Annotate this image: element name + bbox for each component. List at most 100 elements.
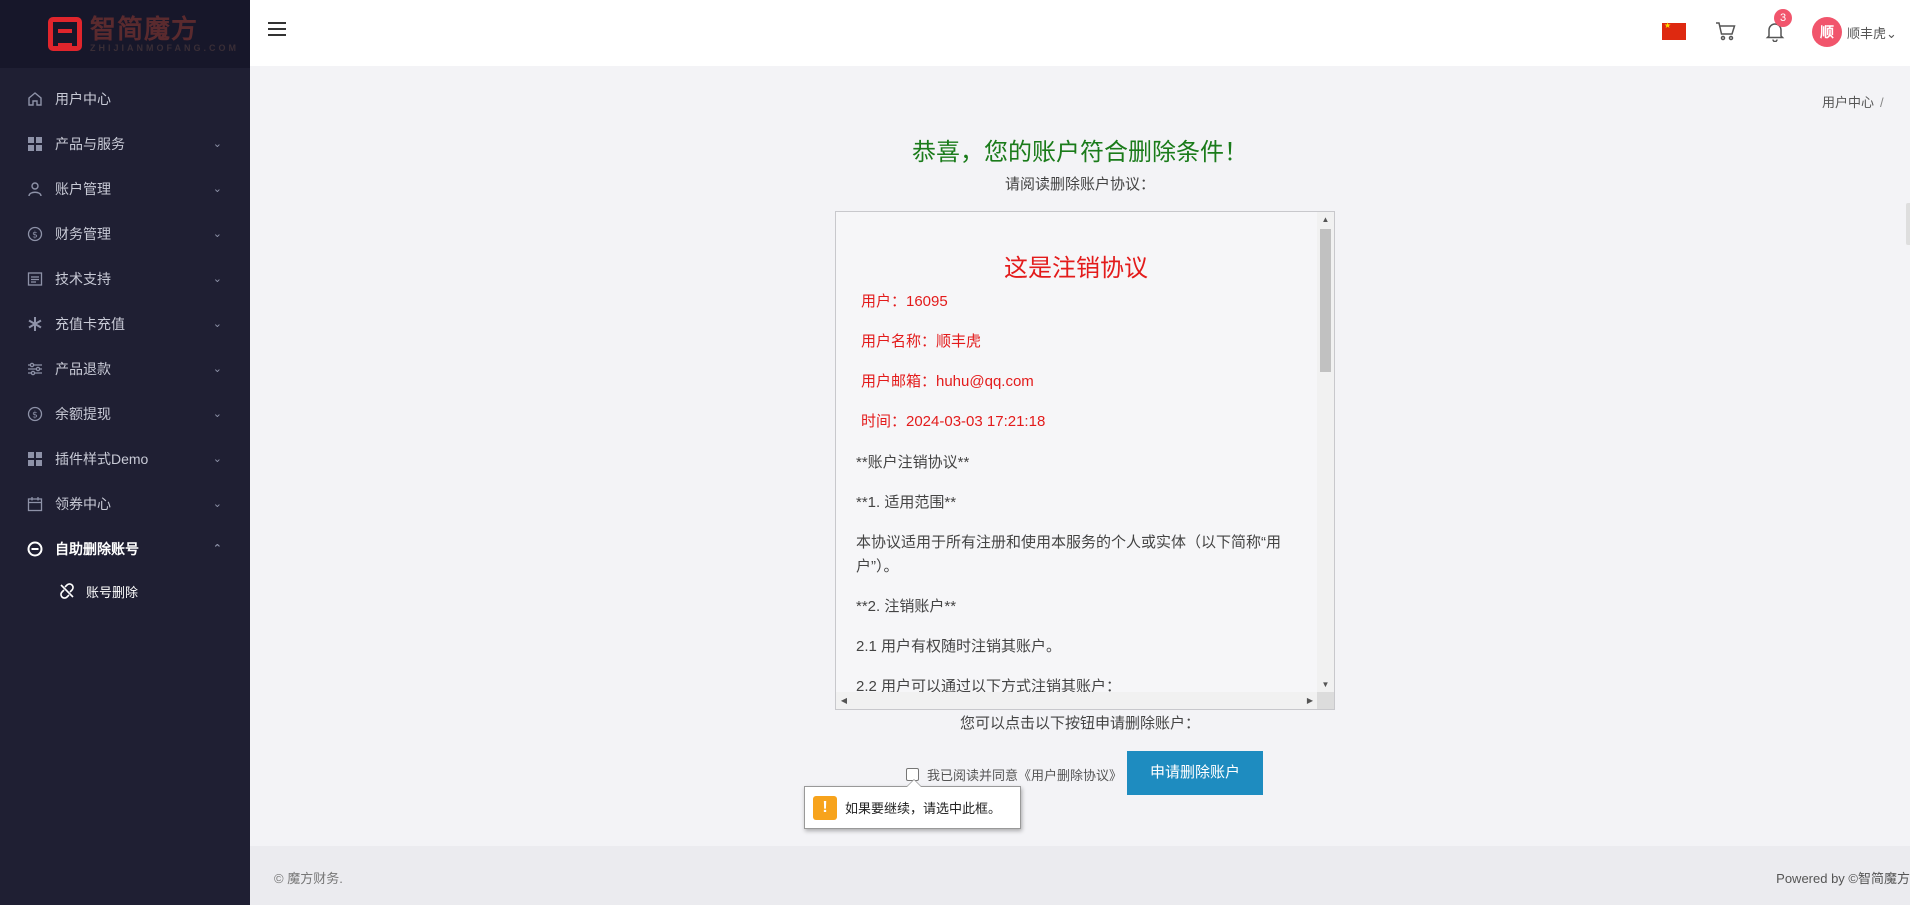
dollar-icon: $ bbox=[26, 405, 44, 423]
grid-icon bbox=[26, 135, 44, 153]
page-title: 恭喜，您的账户符合删除条件！ bbox=[912, 139, 1248, 166]
sidebar-item-withdraw[interactable]: $ 余额提现 ⌄ bbox=[0, 391, 250, 436]
footer-copyright: © 魔方财务. bbox=[274, 871, 343, 886]
menu-toggle-icon[interactable] bbox=[268, 18, 286, 38]
chevron-up-icon: ⌃ bbox=[212, 543, 222, 555]
scrollbar-corner bbox=[1317, 692, 1334, 709]
chevron-down-icon: ⌄ bbox=[212, 453, 222, 465]
logo-name: 智简魔方 bbox=[90, 13, 199, 44]
sliders-icon bbox=[26, 360, 44, 378]
grid-icon bbox=[26, 450, 44, 468]
breadcrumb-item[interactable]: 用户中心 bbox=[1822, 95, 1874, 110]
asterisk-icon bbox=[26, 315, 44, 333]
sidebar-item-label: 财务管理 bbox=[55, 225, 111, 242]
sidebar-item-label: 充值卡充值 bbox=[55, 315, 125, 332]
sidebar-item-coupon-center[interactable]: 领券中心 ⌄ bbox=[0, 481, 250, 526]
agreement-username: 用户名称：顺丰虎 bbox=[861, 333, 982, 350]
sidebar-item-refund[interactable]: 产品退款 ⌄ bbox=[0, 346, 250, 391]
agreement-paragraph: **1. 适用范围** bbox=[856, 494, 957, 511]
agreement-user-id: 用户：16095 bbox=[861, 293, 948, 310]
apply-hint: 您可以点击以下按钮申请删除账户： bbox=[959, 715, 1200, 732]
sidebar-subitem-label: 账号删除 bbox=[86, 584, 139, 600]
notification-badge: 3 bbox=[1774, 9, 1792, 27]
agreement-content: 这是注销协议 用户：16095 用户名称：顺丰虎 用户邮箱：huhu@qq.co… bbox=[836, 212, 1318, 693]
settings-edge-tab[interactable] bbox=[1906, 203, 1910, 245]
chevron-down-icon: ⌄ bbox=[212, 183, 222, 195]
page-subtitle: 请阅读删除账户协议： bbox=[1004, 176, 1155, 193]
agreement-paragraph: 2.1 用户有权随时注销其账户。 bbox=[856, 638, 1062, 655]
sidebar-item-finance[interactable]: $ 财务管理 ⌄ bbox=[0, 211, 250, 256]
breadcrumb-separator: / bbox=[1880, 95, 1884, 110]
sidebar-item-support[interactable]: 技术支持 ⌄ bbox=[0, 256, 250, 301]
chevron-down-icon: ⌄ bbox=[212, 408, 222, 420]
avatar[interactable]: 顺 bbox=[1812, 17, 1842, 47]
home-icon bbox=[26, 90, 44, 108]
sidebar-item-label: 账户管理 bbox=[55, 180, 111, 197]
scroll-right-icon[interactable]: ▶ bbox=[1302, 692, 1318, 709]
sidebar-item-products[interactable]: 产品与服务 ⌄ bbox=[0, 121, 250, 166]
sidebar-item-label: 领券中心 bbox=[55, 495, 111, 512]
chevron-down-icon: ⌄ bbox=[1886, 26, 1897, 41]
agreement-title: 这是注销协议 bbox=[1004, 255, 1148, 282]
topbar: 3 顺 顺丰虎⌄ bbox=[250, 0, 1910, 66]
username: 顺丰虎 bbox=[1847, 26, 1887, 41]
agreement-box[interactable]: 这是注销协议 用户：16095 用户名称：顺丰虎 用户邮箱：huhu@qq.co… bbox=[835, 211, 1335, 710]
ticket-icon bbox=[26, 270, 44, 288]
breadcrumb: 用户中心 / bbox=[1822, 92, 1884, 111]
sidebar-item-label: 技术支持 bbox=[55, 270, 111, 287]
logo-mark-icon bbox=[48, 17, 82, 51]
logo[interactable]: 智简魔方 ZHIJIANMOFANG.COM bbox=[0, 0, 250, 68]
user-icon bbox=[26, 180, 44, 198]
sidebar-item-label: 产品退款 bbox=[55, 360, 111, 377]
sidebar-item-label: 用户中心 bbox=[55, 90, 111, 107]
sidebar-item-user-center[interactable]: 用户中心 bbox=[0, 76, 250, 121]
chevron-down-icon: ⌄ bbox=[212, 228, 222, 240]
logo-sub: ZHIJIANMOFANG.COM bbox=[90, 42, 239, 53]
username-dropdown[interactable]: 顺丰虎⌄ bbox=[1847, 23, 1897, 42]
tooltip-text: 如果要继续，请选中此框。 bbox=[845, 801, 1002, 816]
sidebar-item-label: 产品与服务 bbox=[55, 135, 125, 152]
warning-icon: ! bbox=[813, 795, 837, 820]
scroll-down-icon[interactable]: ▼ bbox=[1317, 677, 1334, 693]
scroll-up-icon[interactable]: ▲ bbox=[1317, 212, 1334, 228]
agreement-paragraph: 2.2 用户可以通过以下方式注销其账户： bbox=[856, 678, 1122, 693]
sidebar-item-account[interactable]: 账户管理 ⌄ bbox=[0, 166, 250, 211]
sidebar-item-label: 余额提现 bbox=[55, 405, 111, 422]
sidebar-item-label: 插件样式Demo bbox=[55, 450, 149, 467]
agree-row: 我已阅读并同意《用户删除协议》 bbox=[906, 765, 1122, 784]
svg-text:$: $ bbox=[32, 410, 38, 420]
scrollbar-thumb[interactable] bbox=[1320, 229, 1331, 372]
chevron-down-icon: ⌄ bbox=[212, 138, 222, 150]
footer-powered-by[interactable]: Powered by ©智简魔方 bbox=[1776, 868, 1910, 887]
china-flag-icon[interactable] bbox=[1662, 21, 1686, 40]
footer: © 魔方财务. Powered by ©智简魔方 bbox=[250, 846, 1910, 905]
agree-label[interactable]: 我已阅读并同意《用户删除协议》 bbox=[927, 765, 1122, 784]
agreement-paragraph: **2. 注销账户** bbox=[856, 598, 957, 615]
vertical-scrollbar[interactable]: ▲ ▼ bbox=[1317, 212, 1334, 693]
validation-tooltip: ! 如果要继续，请选中此框。 bbox=[804, 779, 1021, 829]
sidebar-subitem-account-delete[interactable]: 账号删除 bbox=[0, 571, 250, 611]
sidebar-item-self-delete-account[interactable]: 自助删除账号 ⌃ bbox=[0, 526, 250, 571]
sidebar-item-recharge-card[interactable]: 充值卡充值 ⌄ bbox=[0, 301, 250, 346]
horizontal-scrollbar[interactable]: ◀ ▶ bbox=[836, 692, 1318, 709]
agreement-email: 用户邮箱：huhu@qq.com bbox=[861, 373, 1034, 390]
sidebar-item-plugin-demo[interactable]: 插件样式Demo ⌄ bbox=[0, 436, 250, 481]
agreement-paragraph: 本协议适用于所有注册和使用本服务的个人或实体（以下简称“用户”）。 bbox=[856, 534, 1281, 575]
agreement-paragraph: **账户注销协议** bbox=[856, 454, 970, 471]
sidebar-menu: 用户中心 产品与服务 ⌄ 账户管理 ⌄ $ 财务管理 ⌄ 技术支持 ⌄ 充值卡充… bbox=[0, 68, 250, 611]
apply-delete-account-button[interactable]: 申请删除账户 bbox=[1127, 751, 1263, 795]
chevron-down-icon: ⌄ bbox=[212, 318, 222, 330]
chevron-down-icon: ⌄ bbox=[212, 273, 222, 285]
unlink-icon bbox=[58, 582, 76, 600]
logo-text: 智简魔方 ZHIJIANMOFANG.COM bbox=[90, 16, 239, 53]
cart-icon[interactable] bbox=[1715, 20, 1737, 42]
sidebar-item-label: 自助删除账号 bbox=[55, 540, 139, 557]
dollar-icon: $ bbox=[26, 225, 44, 243]
sidebar: 智简魔方 ZHIJIANMOFANG.COM 用户中心 产品与服务 ⌄ 账户管理… bbox=[0, 0, 250, 905]
chevron-down-icon: ⌄ bbox=[212, 363, 222, 375]
calendar-icon bbox=[26, 495, 44, 513]
scroll-left-icon[interactable]: ◀ bbox=[836, 692, 852, 709]
agreement-time: 时间：2024-03-03 17:21:18 bbox=[861, 413, 1046, 430]
minus-circle-icon bbox=[26, 540, 44, 558]
svg-text:$: $ bbox=[32, 230, 38, 240]
